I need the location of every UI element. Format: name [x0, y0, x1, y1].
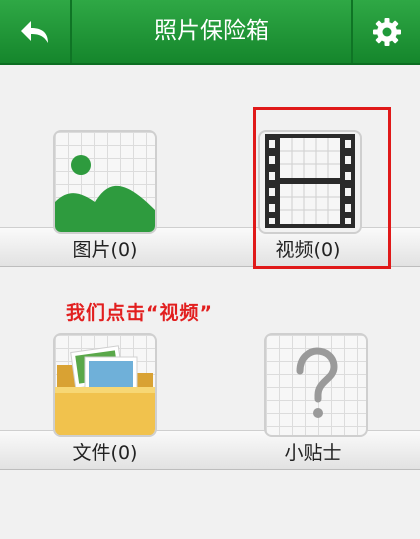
title-bar: 照片保险箱: [0, 0, 420, 65]
folder-icon: [55, 345, 155, 435]
question-mark-icon: [296, 347, 338, 418]
tips-tile[interactable]: [264, 333, 368, 437]
pictures-tile[interactable]: [53, 130, 157, 234]
files-tile[interactable]: [53, 333, 157, 437]
gear-icon: [372, 17, 401, 46]
landscape-photo-icon: [55, 155, 155, 232]
page-title: 照片保险箱: [154, 18, 269, 44]
back-button[interactable]: [0, 0, 70, 63]
pictures-label[interactable]: 图片(0): [15, 233, 195, 267]
highlight-box: [253, 107, 391, 269]
back-arrow-icon: [21, 20, 48, 43]
annotation-text: 我们点击“视频”: [66, 302, 213, 324]
settings-button[interactable]: [353, 0, 420, 63]
files-label[interactable]: 文件(0): [15, 436, 195, 470]
tips-label[interactable]: 小贴士: [223, 436, 403, 470]
